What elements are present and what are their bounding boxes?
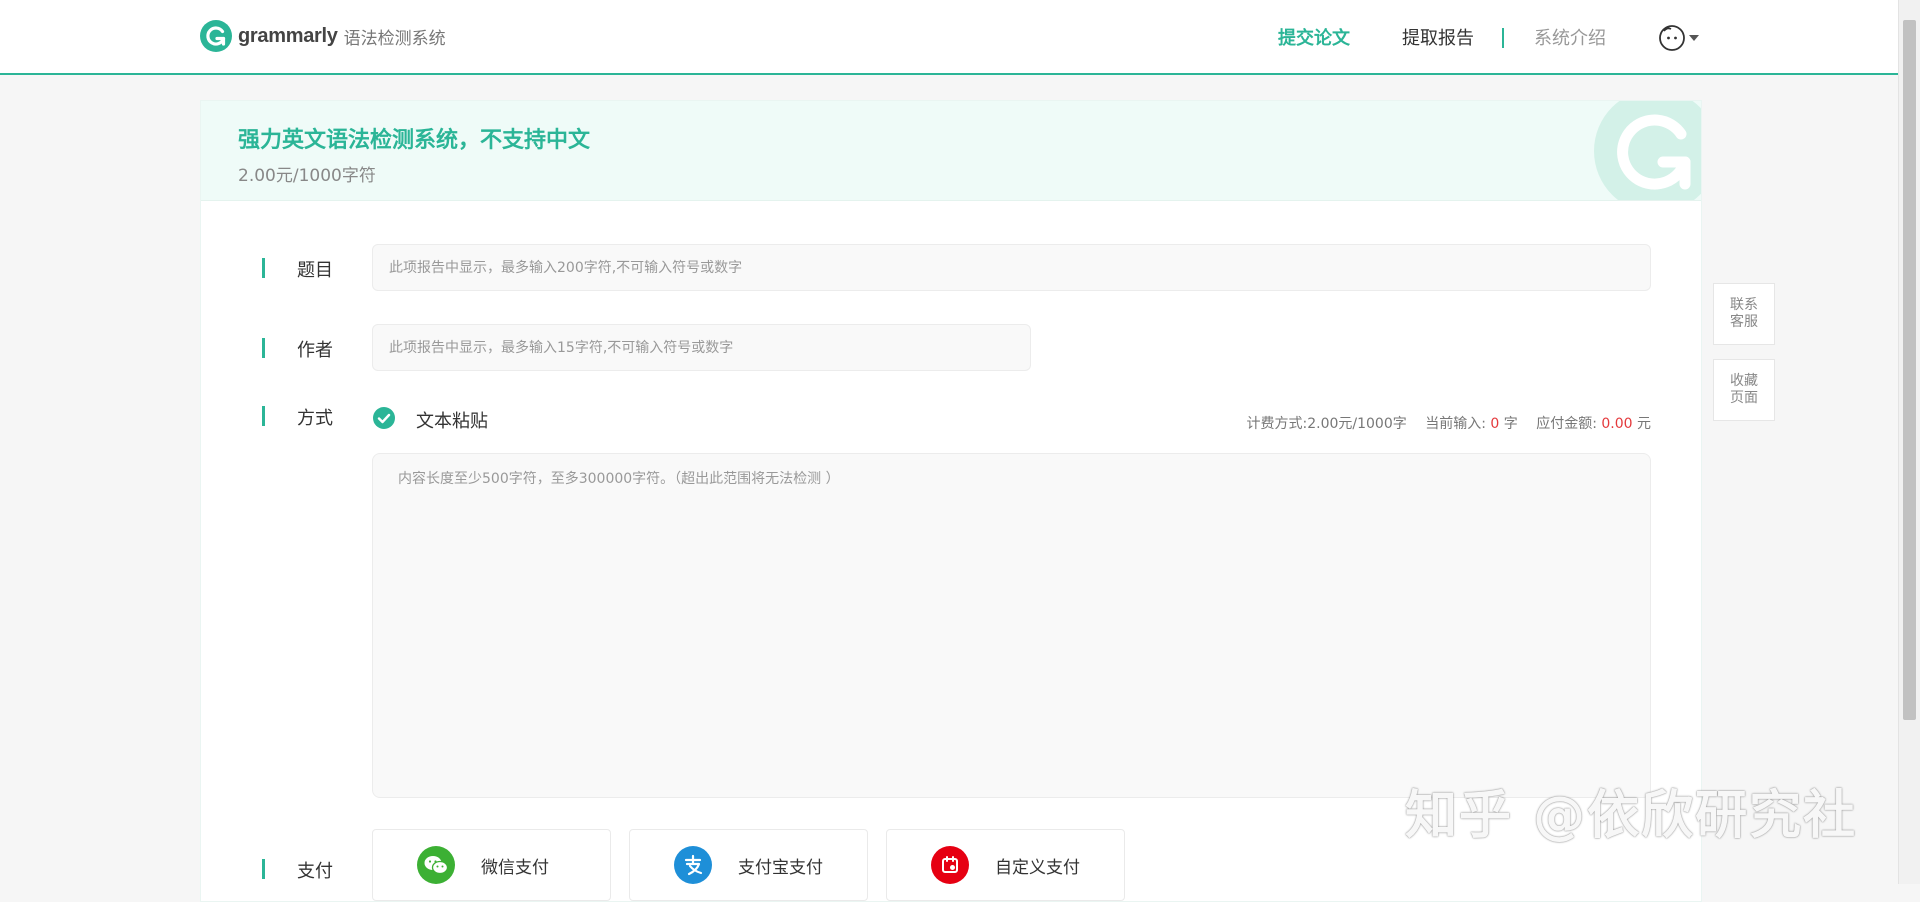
nav-submit-paper[interactable]: 提交论文 — [1278, 24, 1350, 50]
grammarly-logo-icon — [200, 20, 232, 52]
product-banner: 强力英文语法检测系统，不支持中文 2.00元/1000字符 — [201, 101, 1701, 201]
title-input[interactable] — [372, 244, 1651, 291]
nav-system-intro[interactable]: 系统介绍 — [1534, 24, 1606, 50]
alipay-button[interactable]: 支付宝支付 — [629, 829, 868, 901]
billing-method: 计费方式:2.00元/1000字 — [1246, 416, 1407, 432]
brand-name: grammarly — [238, 24, 338, 47]
method-label: 方式 — [297, 408, 333, 429]
current-input-unit: 字 — [1503, 416, 1518, 432]
zhihu-watermark: 知乎 @依欣研究社 — [1405, 786, 1858, 846]
top-header: grammarly 语法检测系统 提交论文 提取报告 系统介绍 — [0, 0, 1898, 75]
amount-due-unit: 元 — [1637, 416, 1651, 432]
content-textarea[interactable] — [372, 453, 1651, 798]
custom-pay-icon — [931, 846, 969, 884]
author-row-marker — [262, 338, 265, 358]
author-label: 作者 — [297, 340, 333, 361]
title-row-marker — [262, 258, 265, 278]
billing-info: 计费方式:2.00元/1000字 当前输入: 0 字 应付金额: 0.00 元 — [1247, 413, 1651, 433]
method-row-marker — [262, 406, 265, 426]
avatar-icon — [1659, 25, 1685, 51]
text-paste-radio[interactable] — [373, 407, 395, 429]
pay-row-marker — [262, 859, 265, 879]
nav-divider — [1502, 28, 1504, 48]
check-icon — [377, 413, 391, 424]
page-scrollbar[interactable] — [1898, 0, 1920, 884]
amount-due-label: 应付金额: — [1536, 416, 1597, 432]
banner-title: 强力英文语法检测系统，不支持中文 — [238, 128, 591, 153]
contact-service-button[interactable]: 联系客服 — [1713, 283, 1775, 345]
pay-label: 支付 — [297, 861, 333, 882]
nav-get-report[interactable]: 提取报告 — [1402, 24, 1474, 50]
wechat-pay-icon — [417, 846, 455, 884]
grammarly-watermark-icon — [1594, 101, 1701, 200]
bookmark-page-button[interactable]: 收藏页面 — [1713, 359, 1775, 421]
user-menu[interactable] — [1658, 24, 1699, 52]
wechat-pay-label: 微信支付 — [481, 857, 549, 878]
text-paste-label[interactable]: 文本粘贴 — [416, 407, 488, 433]
author-input[interactable] — [372, 324, 1031, 371]
banner-price: 2.00元/1000字符 — [238, 166, 376, 186]
title-label: 题目 — [297, 260, 333, 281]
chevron-down-icon — [1689, 35, 1699, 41]
custom-pay-label: 自定义支付 — [995, 857, 1080, 878]
amount-due-value: 0.00 — [1601, 416, 1633, 432]
custom-pay-button[interactable]: 自定义支付 — [886, 829, 1125, 901]
current-input-label: 当前输入: — [1425, 416, 1486, 432]
brand-subtitle: 语法检测系统 — [343, 28, 446, 49]
alipay-label: 支付宝支付 — [738, 857, 823, 878]
scrollbar-thumb[interactable] — [1903, 20, 1916, 720]
alipay-icon — [674, 846, 712, 884]
wechat-pay-button[interactable]: 微信支付 — [372, 829, 611, 901]
brand-logo[interactable]: grammarly 语法检测系统 — [200, 20, 446, 52]
current-input-count: 0 — [1490, 416, 1500, 432]
